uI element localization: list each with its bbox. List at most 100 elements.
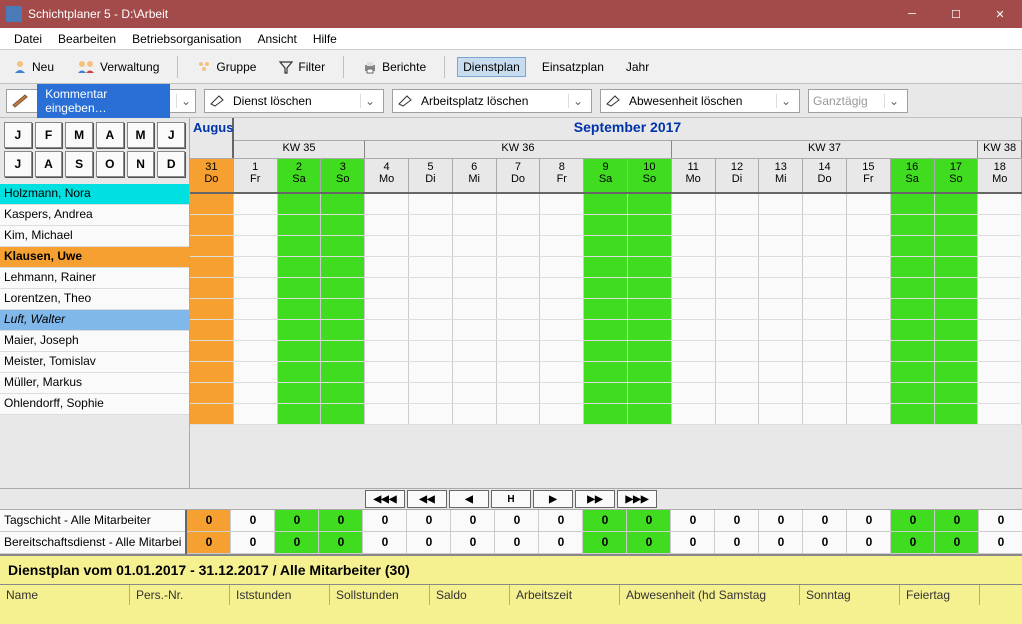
menu-ansicht[interactable]: Ansicht bbox=[249, 30, 304, 48]
grid-cell[interactable] bbox=[628, 257, 672, 277]
grid-cell[interactable] bbox=[672, 194, 716, 214]
grid-cell[interactable] bbox=[803, 320, 847, 340]
grid-cell[interactable] bbox=[628, 404, 672, 424]
grid-cell[interactable] bbox=[321, 341, 365, 361]
day-header[interactable]: 14Do bbox=[803, 158, 847, 192]
grid-cell[interactable] bbox=[497, 299, 541, 319]
grid-cell[interactable] bbox=[190, 320, 234, 340]
grid-cell[interactable] bbox=[278, 362, 322, 382]
grid-cell[interactable] bbox=[716, 362, 760, 382]
grid-cell[interactable] bbox=[190, 257, 234, 277]
grid-cell[interactable] bbox=[453, 236, 497, 256]
menu-betriebsorganisation[interactable]: Betriebsorganisation bbox=[124, 30, 249, 48]
grid-cell[interactable] bbox=[497, 341, 541, 361]
grid-cell[interactable] bbox=[234, 236, 278, 256]
verwaltung-button[interactable]: Verwaltung bbox=[70, 56, 165, 78]
day-header[interactable]: 15Fr bbox=[847, 158, 891, 192]
grid-cell[interactable] bbox=[540, 404, 584, 424]
grid-cell[interactable] bbox=[891, 320, 935, 340]
gruppe-button[interactable]: Gruppe bbox=[190, 56, 262, 78]
ganztaegig-combo[interactable]: Ganztägig ⌄ bbox=[808, 89, 908, 113]
grid-cell[interactable] bbox=[891, 383, 935, 403]
grid-cell[interactable] bbox=[584, 299, 628, 319]
grid-cell[interactable] bbox=[497, 278, 541, 298]
grid-cell[interactable] bbox=[935, 320, 979, 340]
grid-cell[interactable] bbox=[978, 320, 1022, 340]
grid-cell[interactable] bbox=[847, 362, 891, 382]
grid-cell[interactable] bbox=[759, 257, 803, 277]
month-button[interactable]: M bbox=[65, 122, 93, 148]
column-header[interactable]: Arbeitszeit bbox=[510, 585, 620, 605]
month-button[interactable]: A bbox=[35, 151, 63, 177]
grid-cell[interactable] bbox=[321, 404, 365, 424]
employee-row[interactable]: Luft, Walter bbox=[0, 310, 189, 331]
grid-cell[interactable] bbox=[803, 215, 847, 235]
grid-cell[interactable] bbox=[540, 194, 584, 214]
grid-cell[interactable] bbox=[453, 215, 497, 235]
grid-cell[interactable] bbox=[672, 257, 716, 277]
day-header[interactable]: 13Mi bbox=[759, 158, 803, 192]
grid-cell[interactable] bbox=[234, 341, 278, 361]
grid-cell[interactable] bbox=[672, 341, 716, 361]
grid-cell[interactable] bbox=[759, 341, 803, 361]
grid-cell[interactable] bbox=[935, 215, 979, 235]
grid-cell[interactable] bbox=[978, 236, 1022, 256]
month-button[interactable]: O bbox=[96, 151, 124, 177]
grid-cell[interactable] bbox=[672, 404, 716, 424]
employee-row[interactable]: Lorentzen, Theo bbox=[0, 289, 189, 310]
grid-cell[interactable] bbox=[628, 320, 672, 340]
column-header[interactable]: Sollstunden bbox=[330, 585, 430, 605]
grid-cell[interactable] bbox=[453, 194, 497, 214]
day-header[interactable]: 10So bbox=[628, 158, 672, 192]
grid-cell[interactable] bbox=[628, 362, 672, 382]
day-header[interactable]: 5Di bbox=[409, 158, 453, 192]
grid-cell[interactable] bbox=[453, 404, 497, 424]
grid-cell[interactable] bbox=[278, 320, 322, 340]
grid-cell[interactable] bbox=[935, 404, 979, 424]
grid-cell[interactable] bbox=[365, 362, 409, 382]
grid-cell[interactable] bbox=[891, 194, 935, 214]
nav-prev-fast[interactable]: ◀◀ bbox=[407, 490, 447, 508]
grid-cell[interactable] bbox=[540, 341, 584, 361]
grid-cell[interactable] bbox=[234, 257, 278, 277]
grid-cell[interactable] bbox=[278, 215, 322, 235]
column-header[interactable]: Saldo bbox=[430, 585, 510, 605]
grid-cell[interactable] bbox=[190, 215, 234, 235]
grid-cell[interactable] bbox=[584, 404, 628, 424]
grid-cell[interactable] bbox=[978, 278, 1022, 298]
grid-cell[interactable] bbox=[497, 257, 541, 277]
month-button[interactable]: A bbox=[96, 122, 124, 148]
day-header[interactable]: 9Sa bbox=[584, 158, 628, 192]
grid-cell[interactable] bbox=[716, 194, 760, 214]
grid-cell[interactable] bbox=[234, 299, 278, 319]
filter-button[interactable]: Filter bbox=[272, 56, 331, 78]
grid-cell[interactable] bbox=[365, 215, 409, 235]
grid-cell[interactable] bbox=[190, 299, 234, 319]
grid-cell[interactable] bbox=[935, 236, 979, 256]
grid-cell[interactable] bbox=[759, 278, 803, 298]
grid-cell[interactable] bbox=[321, 383, 365, 403]
tab-einsatzplan[interactable]: Einsatzplan bbox=[536, 57, 610, 77]
grid-cell[interactable] bbox=[365, 236, 409, 256]
grid-cell[interactable] bbox=[584, 362, 628, 382]
employee-row[interactable]: Kaspers, Andrea bbox=[0, 205, 189, 226]
grid-cell[interactable] bbox=[365, 341, 409, 361]
grid-cell[interactable] bbox=[321, 236, 365, 256]
grid-cell[interactable] bbox=[321, 194, 365, 214]
grid-cell[interactable] bbox=[584, 215, 628, 235]
month-button[interactable]: F bbox=[35, 122, 63, 148]
grid-cell[interactable] bbox=[278, 257, 322, 277]
grid-cell[interactable] bbox=[978, 383, 1022, 403]
nav-first[interactable]: ◀◀◀ bbox=[365, 490, 405, 508]
grid-cell[interactable] bbox=[935, 194, 979, 214]
grid-cell[interactable] bbox=[759, 320, 803, 340]
employee-row[interactable]: Klausen, Uwe bbox=[0, 247, 189, 268]
tab-dienstplan[interactable]: Dienstplan bbox=[457, 57, 526, 77]
grid-cell[interactable] bbox=[891, 257, 935, 277]
grid-cell[interactable] bbox=[672, 320, 716, 340]
grid-cell[interactable] bbox=[234, 404, 278, 424]
grid-cell[interactable] bbox=[234, 278, 278, 298]
grid-cell[interactable] bbox=[190, 383, 234, 403]
grid-cell[interactable] bbox=[803, 194, 847, 214]
grid-cell[interactable] bbox=[978, 404, 1022, 424]
